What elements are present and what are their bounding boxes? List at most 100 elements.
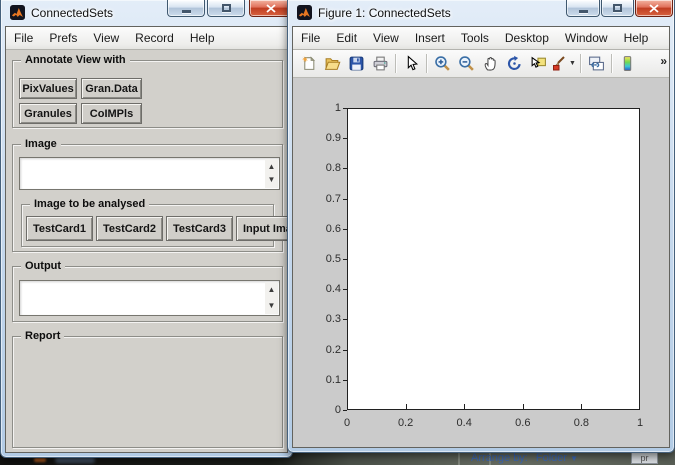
fig-menu-edit[interactable]: Edit	[328, 27, 365, 49]
maximize-button[interactable]	[207, 0, 245, 17]
fig-menu-view[interactable]: View	[365, 27, 407, 49]
analyse-group-label: Image to be analysed	[30, 197, 149, 211]
x-tick-label: 1	[620, 417, 660, 430]
explorer-partial-button[interactable]: pr	[631, 452, 658, 464]
scroll-down-icon[interactable]: ▼	[268, 176, 276, 184]
brush-dropdown-caret[interactable]: ▼	[568, 52, 577, 75]
minimize-icon	[182, 10, 191, 13]
analyse-button-testcard2[interactable]: TestCard2	[96, 216, 163, 241]
x-tick-label: 0	[327, 417, 367, 430]
y-tick-label: 0.1	[305, 374, 341, 387]
y-tick-label: 0.9	[305, 132, 341, 145]
image-listbox[interactable]: ▲ ▼	[19, 157, 280, 190]
gui-menu-record[interactable]: Record	[127, 27, 182, 49]
y-tick-mark	[343, 410, 347, 411]
fig-menu-insert[interactable]: Insert	[407, 27, 453, 49]
rotate-3d-icon[interactable]	[502, 52, 526, 75]
zoom-in-icon[interactable]	[430, 52, 454, 75]
y-tick-mark	[343, 350, 347, 351]
explorer-divider	[458, 453, 460, 465]
annotate-button-pixvalues[interactable]: PixValues	[19, 78, 77, 99]
matlab-icon	[10, 5, 25, 20]
x-tick-mark	[347, 404, 348, 409]
x-tick-mark	[523, 404, 524, 409]
new-figure-icon[interactable]	[296, 52, 320, 75]
toolbar-overflow-chevron[interactable]: »	[660, 54, 666, 68]
toolbar-separator	[426, 54, 427, 73]
gui-menu-view[interactable]: View	[85, 27, 127, 49]
arrange-by-label: Arrange by:	[471, 452, 528, 464]
desktop-icon-blur	[34, 458, 46, 462]
arrange-by-dropdown[interactable]: Folder ▼	[536, 452, 578, 464]
figure-window: Figure 1: ConnectedSets FileEditViewInse…	[287, 0, 675, 453]
y-tick-mark	[343, 108, 347, 109]
annotate-buttons: PixValuesGran.DataGranulesCoIMPls	[19, 78, 142, 124]
y-tick-mark	[343, 380, 347, 381]
analyse-buttons: TestCard1TestCard2TestCard3Input Image	[26, 216, 288, 241]
x-tick-label: 0.2	[386, 417, 426, 430]
x-tick-label: 0.6	[503, 417, 543, 430]
x-tick-label: 0.4	[444, 417, 484, 430]
x-tick-mark	[581, 404, 582, 409]
insert-colorbar-icon[interactable]	[615, 52, 639, 75]
link-plot-icon[interactable]	[584, 52, 608, 75]
chevron-down-icon: ▼	[570, 454, 578, 463]
fig-menu-tools[interactable]: Tools	[453, 27, 497, 49]
figure-window-title: Figure 1: ConnectedSets	[318, 6, 451, 20]
y-tick-label: 0.3	[305, 313, 341, 326]
print-icon[interactable]	[368, 52, 392, 75]
annotate-group-label: Annotate View with	[21, 53, 130, 67]
save-figure-icon[interactable]	[344, 52, 368, 75]
x-tick-mark	[406, 404, 407, 409]
figure-window-body: FileEditViewInsertToolsDesktopWindowHelp	[292, 26, 670, 448]
fig-menu-window[interactable]: Window	[557, 27, 616, 49]
y-tick-label: 0.5	[305, 253, 341, 266]
annotate-button-coimpls[interactable]: CoIMPls	[81, 103, 142, 124]
scroll-up-icon[interactable]: ▲	[268, 286, 276, 294]
figure-canvas: 00.10.20.30.40.50.60.70.80.9100.20.40.60…	[293, 78, 669, 447]
gui-menubar: FilePrefsViewRecordHelp	[6, 27, 287, 50]
output-listbox[interactable]: ▲ ▼	[19, 280, 280, 316]
gui-titlebar[interactable]: ConnectedSets	[1, 0, 292, 26]
analyse-button-input-image[interactable]: Input Image	[236, 216, 288, 241]
zoom-out-icon[interactable]	[454, 52, 478, 75]
analyse-group: Image to be analysed TestCard1TestCard2T…	[21, 204, 274, 247]
brush-data-icon[interactable]	[550, 52, 568, 75]
y-tick-mark	[343, 168, 347, 169]
annotate-button-granules[interactable]: Granules	[19, 103, 77, 124]
fig-menu-help[interactable]: Help	[616, 27, 657, 49]
annotate-group: Annotate View with PixValuesGran.DataGra…	[12, 60, 283, 128]
scroll-down-icon[interactable]: ▼	[268, 302, 276, 310]
minimize-button[interactable]	[167, 0, 205, 17]
minimize-button[interactable]	[566, 0, 600, 17]
annotate-button-gran-data[interactable]: Gran.Data	[81, 78, 142, 99]
fig-menu-desktop[interactable]: Desktop	[497, 27, 557, 49]
gui-menu-prefs[interactable]: Prefs	[41, 27, 85, 49]
analyse-button-testcard3[interactable]: TestCard3	[166, 216, 233, 241]
x-tick-mark	[464, 404, 465, 409]
edit-plot-pointer-icon[interactable]	[399, 52, 423, 75]
scroll-up-icon[interactable]: ▲	[268, 163, 276, 171]
close-button[interactable]	[635, 0, 673, 17]
figure-menubar: FileEditViewInsertToolsDesktopWindowHelp	[293, 27, 669, 50]
y-tick-label: 0.2	[305, 344, 341, 357]
output-group: Output ▲ ▼	[12, 266, 283, 322]
maximize-button[interactable]	[601, 0, 634, 17]
x-tick-label: 0.8	[561, 417, 601, 430]
pan-icon[interactable]	[478, 52, 502, 75]
gui-window: ConnectedSets FilePrefsViewRecordHelp An…	[0, 0, 293, 458]
x-tick-mark	[639, 404, 640, 409]
fig-menu-file[interactable]: File	[293, 27, 328, 49]
toolbar-separator	[395, 54, 396, 73]
analyse-button-testcard1[interactable]: TestCard1	[26, 216, 93, 241]
gui-menu-file[interactable]: File	[6, 27, 41, 49]
y-tick-mark	[343, 199, 347, 200]
open-file-icon[interactable]	[320, 52, 344, 75]
data-cursor-icon[interactable]	[526, 52, 550, 75]
maximize-icon	[222, 4, 231, 12]
screen: Arrange by: Folder ▼ pr ConnectedSets Fi…	[0, 0, 675, 465]
figure-toolbar: ▼	[293, 50, 669, 78]
image-group: Image ▲ ▼ Image to be analysed TestCard1…	[12, 144, 283, 252]
figure-titlebar[interactable]: Figure 1: ConnectedSets	[288, 0, 674, 26]
gui-menu-help[interactable]: Help	[182, 27, 223, 49]
